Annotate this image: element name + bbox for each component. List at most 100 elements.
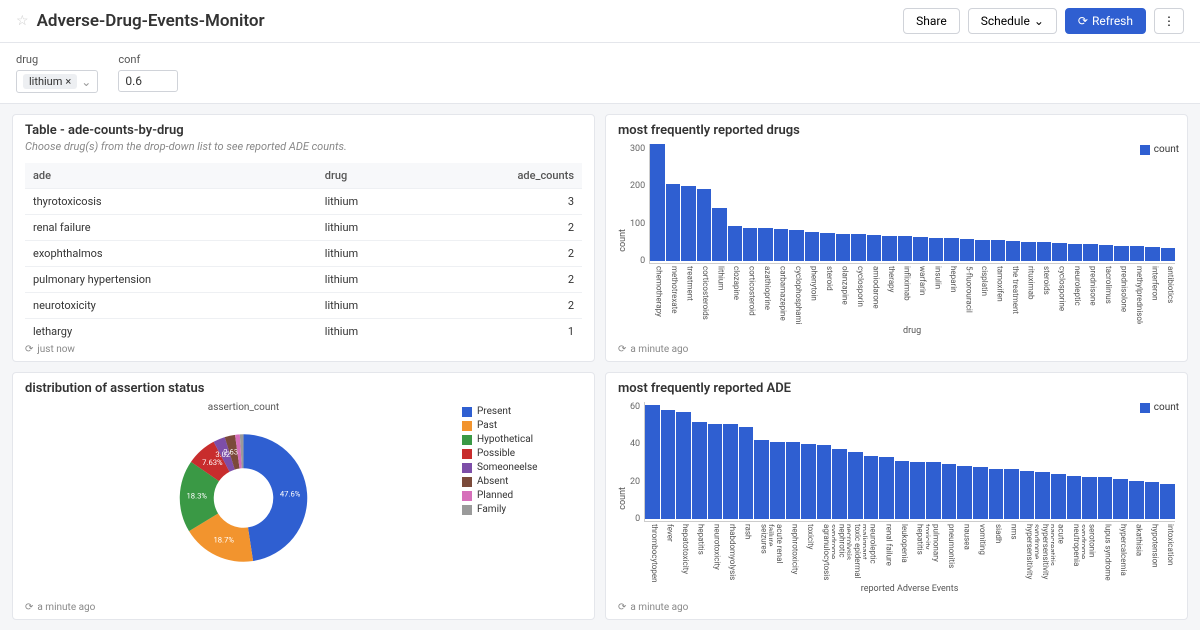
- schedule-label: Schedule: [981, 14, 1030, 28]
- col-counts[interactable]: ade_counts: [424, 163, 582, 189]
- bar[interactable]: [957, 466, 972, 519]
- bar[interactable]: [1145, 482, 1160, 519]
- bar[interactable]: [820, 233, 834, 261]
- legend-item[interactable]: Absent: [462, 476, 582, 487]
- bar[interactable]: [697, 189, 711, 261]
- bar[interactable]: [1020, 471, 1035, 519]
- schedule-button[interactable]: Schedule ⌄: [968, 8, 1057, 34]
- legend-item[interactable]: Planned: [462, 490, 582, 501]
- close-icon[interactable]: ×: [65, 75, 71, 88]
- bar[interactable]: [1130, 246, 1144, 261]
- bar[interactable]: [789, 230, 803, 261]
- table-row[interactable]: pulmonary hypertensionlithium2: [25, 267, 582, 293]
- bar[interactable]: [1035, 472, 1050, 519]
- bar[interactable]: [1114, 246, 1128, 261]
- bar[interactable]: [817, 445, 832, 519]
- legend-item[interactable]: Past: [462, 420, 582, 431]
- legend-item[interactable]: Someoneelse: [462, 462, 582, 473]
- bar[interactable]: [758, 228, 772, 261]
- bar[interactable]: [1082, 477, 1097, 519]
- bar[interactable]: [1004, 469, 1019, 519]
- bar[interactable]: [1068, 244, 1082, 261]
- bar[interactable]: [1099, 245, 1113, 261]
- bar[interactable]: [743, 228, 757, 261]
- bar[interactable]: [973, 467, 988, 519]
- bar[interactable]: [1051, 474, 1066, 519]
- bar[interactable]: [960, 239, 974, 261]
- bar[interactable]: [1021, 242, 1035, 261]
- bar[interactable]: [754, 440, 769, 519]
- refresh-icon: ⟳: [25, 602, 33, 613]
- more-button[interactable]: ⋮: [1154, 8, 1184, 34]
- bar[interactable]: [929, 238, 943, 261]
- bar[interactable]: [836, 234, 850, 261]
- conf-input[interactable]: 0.6: [118, 70, 178, 92]
- bar[interactable]: [895, 461, 910, 520]
- legend-item[interactable]: Possible: [462, 448, 582, 459]
- bar[interactable]: [1052, 243, 1066, 261]
- bar[interactable]: [723, 424, 738, 519]
- bar[interactable]: [708, 424, 723, 519]
- drug-tag[interactable]: lithium ×: [23, 74, 77, 89]
- bar[interactable]: [1006, 241, 1020, 261]
- bar[interactable]: [1161, 248, 1175, 261]
- bar[interactable]: [1083, 244, 1097, 261]
- star-icon[interactable]: ☆: [16, 13, 29, 29]
- bar[interactable]: [882, 236, 896, 261]
- col-drug[interactable]: drug: [317, 163, 424, 189]
- bar[interactable]: [786, 442, 801, 519]
- x-tick-label: 5-fluorouracil: [959, 264, 974, 324]
- bar[interactable]: [645, 405, 660, 519]
- bar[interactable]: [848, 452, 863, 519]
- bar[interactable]: [1145, 247, 1159, 261]
- bar[interactable]: [851, 234, 865, 261]
- bar[interactable]: [975, 240, 989, 261]
- bar[interactable]: [942, 464, 957, 519]
- legend-item[interactable]: Hypothetical: [462, 434, 582, 445]
- table-row[interactable]: exophthalmoslithium2: [25, 241, 582, 267]
- bar[interactable]: [774, 229, 788, 261]
- bar[interactable]: [1160, 484, 1175, 519]
- bar[interactable]: [661, 410, 676, 519]
- bar[interactable]: [805, 232, 819, 261]
- bar[interactable]: [666, 184, 680, 261]
- bar[interactable]: [650, 144, 664, 261]
- bar[interactable]: [676, 412, 691, 519]
- legend-item[interactable]: Family: [462, 504, 582, 515]
- bar[interactable]: [926, 462, 941, 519]
- bar[interactable]: [913, 237, 927, 261]
- ade-legend-label: count: [1154, 402, 1179, 413]
- refresh-button[interactable]: ⟳ Refresh: [1065, 8, 1146, 34]
- bar[interactable]: [728, 226, 742, 261]
- bar[interactable]: [910, 462, 925, 519]
- x-tick-label: hepatitis: [691, 522, 706, 582]
- table-row[interactable]: lethargylithium1: [25, 319, 582, 341]
- bar[interactable]: [770, 442, 785, 519]
- bar[interactable]: [1037, 242, 1051, 261]
- table-row[interactable]: neurotoxicitylithium2: [25, 293, 582, 319]
- bar[interactable]: [692, 422, 707, 519]
- bar[interactable]: [801, 444, 816, 519]
- table-row[interactable]: thyrotoxicosislithium3: [25, 189, 582, 215]
- bar[interactable]: [879, 457, 894, 519]
- bar[interactable]: [991, 240, 1005, 261]
- bar[interactable]: [867, 235, 881, 261]
- bar[interactable]: [1129, 481, 1144, 519]
- bar[interactable]: [1098, 477, 1113, 519]
- bar[interactable]: [1113, 479, 1128, 519]
- filter-bar: drug lithium × ⌄ conf 0.6: [0, 43, 1200, 104]
- bar[interactable]: [712, 208, 726, 261]
- bar[interactable]: [989, 469, 1004, 519]
- share-button[interactable]: Share: [903, 8, 960, 34]
- bar[interactable]: [944, 238, 958, 261]
- bar[interactable]: [739, 427, 754, 519]
- bar[interactable]: [864, 456, 879, 520]
- col-ade[interactable]: ade: [25, 163, 317, 189]
- drug-filter-select[interactable]: lithium × ⌄: [16, 70, 98, 93]
- bar[interactable]: [681, 186, 695, 261]
- table-row[interactable]: renal failurelithium2: [25, 215, 582, 241]
- bar[interactable]: [832, 449, 847, 519]
- bar[interactable]: [1067, 476, 1082, 519]
- bar[interactable]: [898, 236, 912, 261]
- legend-item[interactable]: Present: [462, 406, 582, 417]
